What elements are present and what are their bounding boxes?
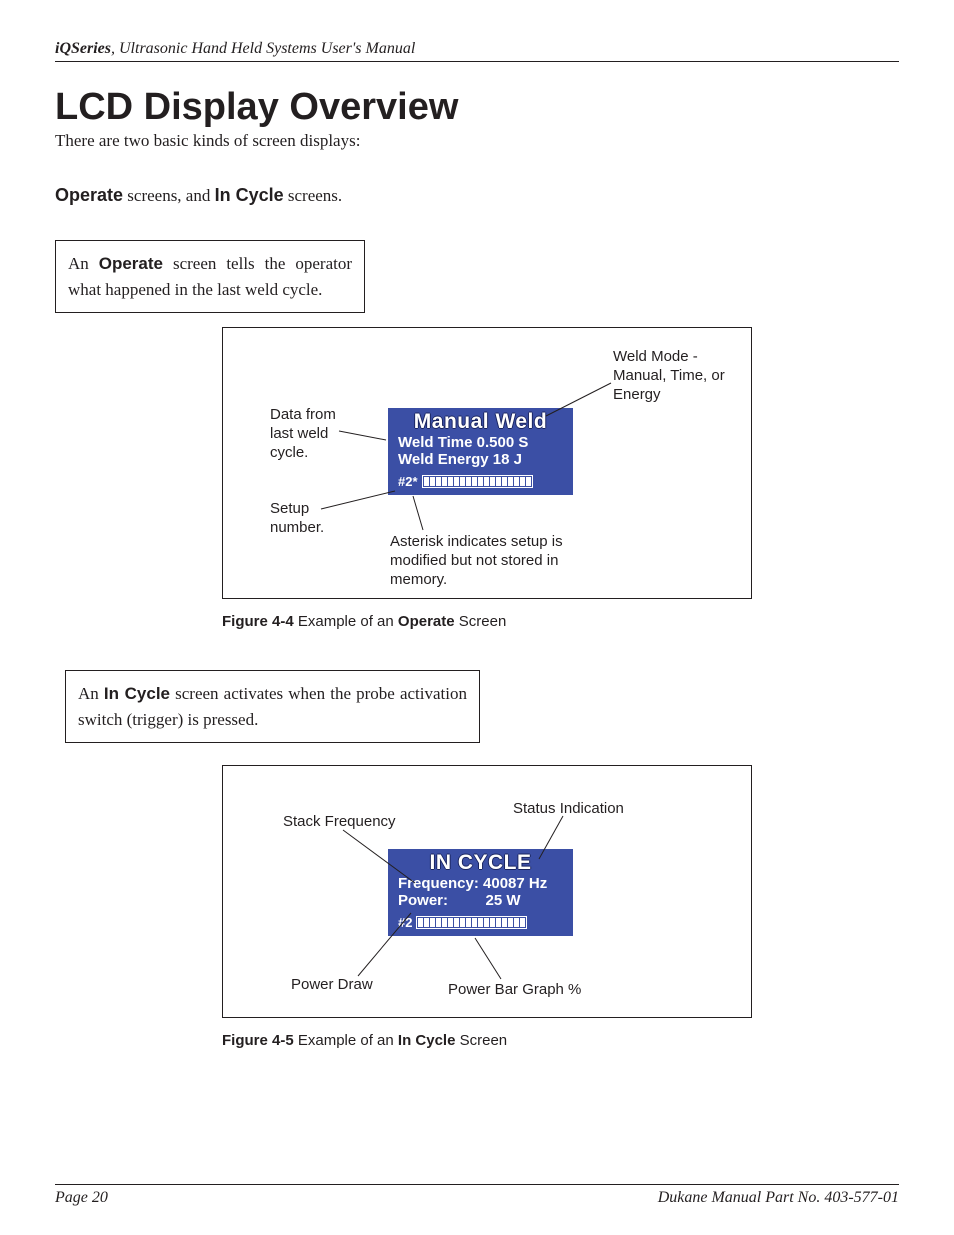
- figure-4-5-frame: IN CYCLE Frequency: 40087 Hz Power: 25 W…: [222, 765, 752, 1018]
- ann-status: Status Indication: [513, 800, 624, 819]
- ann-setup: Setup number.: [270, 500, 350, 538]
- header-rest: , Ultrasonic Hand Held Systems User's Ma…: [111, 40, 415, 58]
- lcd-line2: Weld Energy 18 J: [388, 451, 573, 468]
- subhead-operate: Operate: [55, 185, 123, 205]
- incycle-lcd: IN CYCLE Frequency: 40087 Hz Power: 25 W…: [388, 849, 573, 936]
- header-series: Series: [71, 40, 111, 58]
- incycle-note-box: An In Cycle screen activates when the pr…: [65, 670, 480, 743]
- bar-graph-icon: [416, 916, 527, 929]
- lcd2-title: IN CYCLE: [388, 851, 573, 875]
- figure-4-4-frame: Manual Weld Weld Time 0.500 S Weld Energ…: [222, 327, 752, 599]
- subhead: Operate screens, and In Cycle screens.: [55, 185, 899, 206]
- ann-weld-mode: Weld Mode - Manual, Time, or Energy: [613, 348, 743, 404]
- running-header: iQ Series , Ultrasonic Hand Held Systems…: [55, 40, 899, 62]
- cap1-b2: Operate: [398, 613, 455, 630]
- cap2-mid: Example of an: [294, 1032, 398, 1049]
- cap2-end: Screen: [455, 1032, 507, 1049]
- cap2-b2: In Cycle: [398, 1032, 456, 1049]
- lcd-title: Manual Weld: [388, 410, 573, 434]
- cap1-end: Screen: [455, 613, 507, 630]
- operate-note-box: An Operate screen tells the operator wha…: [55, 240, 365, 313]
- subhead-incycle: In Cycle: [215, 185, 284, 205]
- cap1-mid: Example of an: [294, 613, 398, 630]
- lcd-line1: Weld Time 0.500 S: [388, 434, 573, 451]
- lcd2-bar-row: #2: [388, 909, 573, 930]
- header-iq: iQ: [55, 40, 71, 58]
- page-footer: Page 20 Dukane Manual Part No. 403-577-0…: [55, 1184, 899, 1207]
- lcd-setup: #2*: [398, 474, 418, 489]
- note2-pre: An: [78, 684, 104, 703]
- subhead-end: screens.: [284, 186, 343, 205]
- footer-part: Dukane Manual Part No. 403-577-01: [658, 1189, 899, 1207]
- subhead-mid: screens, and: [123, 186, 215, 205]
- ann-data: Data from last weld cycle.: [270, 406, 360, 462]
- lcd2-line2: Power: 25 W: [388, 892, 573, 909]
- note2-bold: In Cycle: [104, 684, 170, 703]
- figure-4-5-caption: Figure 4-5 Example of an In Cycle Screen: [222, 1032, 899, 1049]
- bar-graph-icon: [422, 475, 533, 488]
- intro-text: There are two basic kinds of screen disp…: [55, 131, 899, 151]
- cap1-b1: Figure 4-4: [222, 613, 294, 630]
- ann-stack-freq: Stack Frequency: [283, 813, 396, 832]
- footer-page: Page 20: [55, 1189, 108, 1207]
- ann-power-draw: Power Draw: [291, 976, 373, 995]
- cap2-b1: Figure 4-5: [222, 1032, 294, 1049]
- ann-asterisk: Asterisk indicates setup is modified but…: [390, 533, 590, 589]
- lcd-bar-row: #2*: [388, 468, 573, 489]
- operate-lcd: Manual Weld Weld Time 0.500 S Weld Energ…: [388, 408, 573, 495]
- lcd2-line1: Frequency: 40087 Hz: [388, 875, 573, 892]
- note1-bold: Operate: [99, 254, 163, 273]
- ann-power-bar: Power Bar Graph %: [448, 981, 581, 1000]
- lcd2-setup: #2: [398, 915, 412, 930]
- page-title: LCD Display Overview: [55, 86, 899, 129]
- figure-4-4-caption: Figure 4-4 Example of an Operate Screen: [222, 613, 899, 630]
- note1-pre: An: [68, 254, 99, 273]
